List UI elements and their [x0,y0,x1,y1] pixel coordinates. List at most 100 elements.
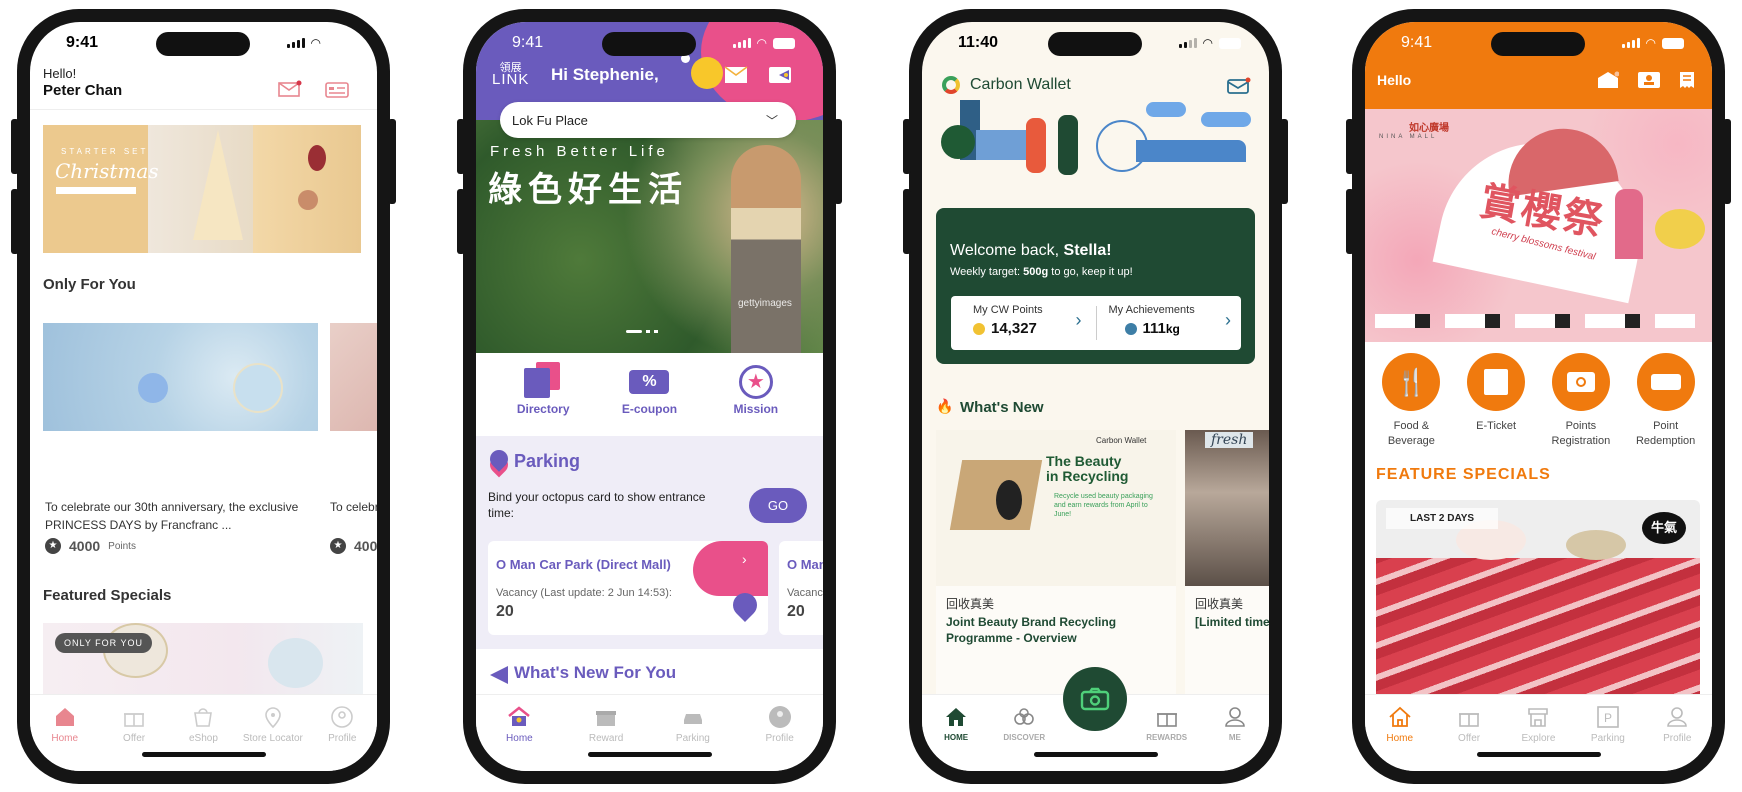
news-card[interactable]: Carbon Wallet The Beauty in Recycling Re… [936,430,1176,700]
shortcut-point-redemption[interactable]: Point Redemption [1624,353,1708,449]
home-indicator [1477,752,1601,757]
location-dropdown[interactable]: Lok Fu Place ﹀ [500,102,796,138]
go-button[interactable]: GO [749,488,807,523]
tab-offer[interactable]: Offer [102,705,166,771]
wifi-icon: ◠ [1202,36,1213,50]
tab-profile[interactable]: Profile [748,705,812,771]
news-title: [Limited time] Offers at fresh [1195,615,1269,629]
tab-offer[interactable]: Offer [1437,705,1501,771]
tab-reward[interactable]: Reward [574,705,638,771]
tab-profile[interactable]: Profile [310,705,374,771]
camera-icon [1080,687,1110,711]
svg-text:P: P [1604,711,1612,725]
chevron-right-icon: › [1075,310,1082,330]
tab-parking[interactable]: P Parking [1576,705,1640,771]
home-icon [508,706,531,726]
megaphone-icon [490,666,508,684]
feature-image[interactable]: LAST 2 DAYS 牛氣 [1376,500,1700,694]
welcome-card: Welcome back, Stella! Weekly target: 500… [936,208,1255,364]
mail-icon[interactable] [724,66,748,84]
stats-box: My CW Points 14,327 › My Achievements 11… [951,296,1241,350]
signal-icon [1178,38,1197,48]
hero-banner[interactable]: Fresh Better Life 綠色好生活 gettyimages [476,120,823,353]
tab-parking[interactable]: Parking [661,705,725,771]
signal-icon [732,38,751,48]
tab-profile[interactable]: Profile [1645,705,1709,771]
tab-eshop[interactable]: eShop [171,705,235,771]
car-park-card[interactable]: O Man Car Park Vacancy 20 [779,541,823,635]
vacancy-value: 20 [787,603,805,620]
tab-me[interactable]: ME [1203,705,1267,771]
member-card-icon[interactable] [325,82,349,98]
mail-icon[interactable] [278,80,302,98]
wallet-icon[interactable] [769,67,791,83]
member-card-icon[interactable] [1638,72,1660,88]
tab-discover[interactable]: DISCOVER [992,705,1056,771]
gift-icon [1459,713,1480,727]
news-image: fresh [1185,430,1269,586]
shortcut-food-beverage[interactable]: 🍴 Food & Beverage [1369,353,1453,449]
wifi-icon: ◠ [1645,36,1656,50]
user-name: Peter Chan [43,82,123,99]
banner-kicker: STARTER SET [61,147,149,156]
tab-explore[interactable]: Explore [1506,705,1570,771]
carousel-dots[interactable] [626,330,658,333]
status-icons: ◠ [1621,36,1684,50]
mail-icon[interactable] [1227,77,1251,95]
battery-icon [327,37,349,49]
shortcut-eticket[interactable]: E-Ticket [1454,353,1538,449]
phone-francfranc: 9:41 ◠ Hello! Peter Chan STARTER SET Chr… [11,9,396,784]
camera-icon [1551,353,1610,411]
tab-home[interactable]: HOME [924,705,988,771]
tab-home[interactable]: Home [1368,705,1432,771]
shortcut-mission[interactable]: ★ Mission [711,362,801,416]
featured-image[interactable]: ONLY FOR YOU [43,623,363,695]
link-logo: 領展 LINK [492,62,530,88]
cherry-blossom-banner[interactable]: 如心廣場 NINA MALL 賞櫻祭 cherry blossoms festi… [1365,109,1712,342]
shortcuts: Directory % E-coupon ★ Mission [476,362,823,416]
home-icon [1389,706,1411,727]
card-image[interactable] [330,323,377,431]
section-title-featured: Featured Specials [43,587,172,604]
app-title: Carbon Wallet [970,76,1071,93]
achievements-button[interactable]: My Achievements 111 kg › [1097,304,1242,340]
welcome-text: Welcome back, Stella! [950,242,1112,259]
signal-icon [286,38,305,48]
points-value: 4000 [354,538,377,554]
car-park-name: O Man Car Park [787,557,823,572]
card-image[interactable] [43,323,318,431]
gift-icon [596,711,617,726]
shortcut-directory[interactable]: Directory [498,362,588,416]
news-image: Carbon Wallet The Beauty in Recycling Re… [936,430,1176,586]
ticket-receipt-icon [1467,353,1526,411]
tab-rewards[interactable]: REWARDS [1135,705,1199,771]
christmas-banner[interactable]: STARTER SET Christmas [43,125,361,253]
decor-yellow-dot [691,57,723,89]
star-badge-icon: ★ [330,538,346,554]
cw-points-button[interactable]: My CW Points 14,327 › [951,304,1097,340]
points-value: 4000 [69,538,101,554]
bottom-nav: Home Offer eShop Store Locator Profile [30,694,377,771]
mail-open-icon[interactable] [1597,71,1619,89]
parking-pin-icon [486,446,512,472]
greeting: Hi Stephenie, [551,65,659,84]
star-badge-icon: ★ [45,538,61,554]
car-park-card[interactable]: › O Man Car Park (Direct Mall) Vacancy (… [488,541,768,635]
battery-icon [773,37,795,49]
phone-carbon-wallet: 11:40 ◠ 84 Carbon Wallet Welcome back, S… [903,9,1288,784]
card-text[interactable]: To celebrate our 30th anniversary, the e… [330,498,377,534]
parking-title: Parking [514,451,581,471]
battery-icon: 84 [1219,37,1241,49]
storefront-icon [1528,708,1549,727]
camera-scan-button[interactable] [1063,667,1127,731]
tab-home[interactable]: Home [33,705,97,771]
card-text[interactable]: To celebrate our 30th anniversary, the e… [45,498,307,534]
tab-store-locator[interactable]: Store Locator [241,705,305,771]
shortcut-points-registration[interactable]: Points Registration [1539,353,1623,449]
receipt-icon[interactable] [1679,71,1695,89]
tab-home[interactable]: Home [487,705,551,771]
points-row: ★ 4000 Points [45,538,136,554]
news-card[interactable]: fresh 回收真美 [Limited time] Offers at fres… [1185,430,1269,700]
shortcut-ecoupon[interactable]: % E-coupon [604,362,694,416]
home-indicator [142,752,266,757]
